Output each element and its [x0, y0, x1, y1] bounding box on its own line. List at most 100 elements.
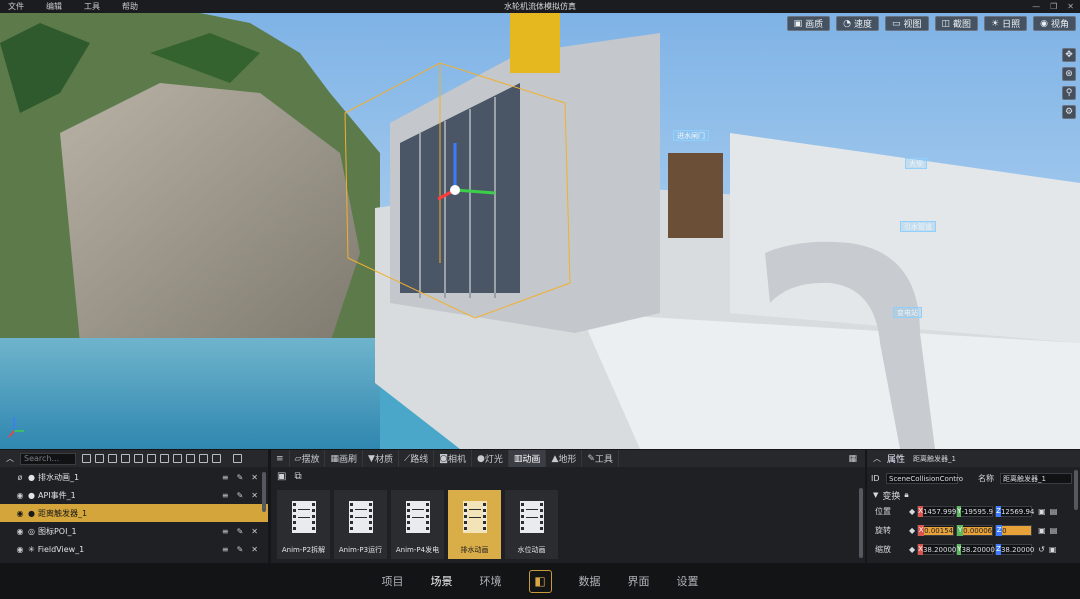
- name-field[interactable]: 距离触发器_1: [1000, 473, 1072, 484]
- nav-environment[interactable]: 环境: [480, 573, 502, 589]
- sunlight-button[interactable]: ☀ 日照: [984, 16, 1028, 31]
- maximize-icon[interactable]: ❐: [1050, 2, 1057, 11]
- tab-brush[interactable]: ▦ 画刷: [325, 450, 364, 467]
- tab-light[interactable]: ● 灯光: [472, 450, 509, 467]
- asset-item[interactable]: 水位动画: [505, 490, 558, 559]
- search-input[interactable]: Search...: [20, 452, 76, 465]
- scene-item-api-event[interactable]: ◉ ● API事件_1 ≡ ✎ ✕: [0, 486, 268, 504]
- tab-terrain[interactable]: ▲ 地形: [546, 450, 583, 467]
- image-icon[interactable]: ▣: [277, 471, 286, 482]
- nav-project[interactable]: 项目: [382, 573, 404, 589]
- camera-icon[interactable]: [108, 454, 117, 463]
- chevron-down-icon[interactable]: ▼: [873, 491, 878, 499]
- scrollbar[interactable]: [1074, 470, 1078, 510]
- external-link-icon[interactable]: ⧉: [294, 471, 301, 482]
- move-icon[interactable]: ✥: [1062, 48, 1076, 62]
- scale-z-field[interactable]: Z 38.20000: [995, 544, 1034, 555]
- position-z-field[interactable]: Z 12569.94: [995, 506, 1034, 517]
- edit-icon[interactable]: ✎: [237, 527, 244, 536]
- perspective-button[interactable]: ◉ 视角: [1033, 16, 1076, 31]
- edit-icon[interactable]: ✎: [237, 491, 244, 500]
- person-icon[interactable]: ⚲: [1062, 86, 1076, 100]
- rotation-x-field[interactable]: X 0.00154: [917, 525, 955, 536]
- asset-item[interactable]: Anim-P3运行: [334, 490, 387, 559]
- scene-item-fieldview[interactable]: ◉ ✳ FieldView_1 ≡ ✎ ✕: [0, 540, 268, 558]
- tag-station[interactable]: 变电站: [893, 307, 922, 318]
- screenshot-button[interactable]: ◫ 截图: [934, 16, 979, 31]
- align-icon[interactable]: ≡: [222, 545, 229, 554]
- position-x-field[interactable]: X 1457.999: [917, 506, 956, 517]
- rotation-y-field[interactable]: Y 0.00006: [956, 525, 994, 536]
- copy-icon[interactable]: ▣: [1038, 507, 1046, 516]
- rotation-z-field[interactable]: Z0: [995, 525, 1033, 536]
- export-icon[interactable]: [212, 454, 221, 463]
- collapse-icon[interactable]: ︿: [6, 453, 14, 464]
- menu-edit[interactable]: 编辑: [46, 1, 62, 12]
- delete-icon[interactable]: ✕: [251, 473, 258, 482]
- tab-route[interactable]: ⟋ 路线: [399, 450, 435, 467]
- collapse-icon[interactable]: ︿: [873, 453, 881, 464]
- delete-icon[interactable]: ✕: [251, 527, 258, 536]
- align-icon[interactable]: ≡: [222, 491, 229, 500]
- quality-button[interactable]: ▣ 画质: [786, 16, 831, 31]
- align-icon[interactable]: ≡: [222, 527, 229, 536]
- scale-x-field[interactable]: X 38.20000: [917, 544, 956, 555]
- align-icon[interactable]: ≡: [222, 473, 229, 482]
- nav-data[interactable]: 数据: [579, 573, 601, 589]
- reset-icon[interactable]: ↺: [1038, 545, 1045, 554]
- asset-item[interactable]: Anim-P4发电: [391, 490, 444, 559]
- settings-icon[interactable]: ⚙: [1062, 105, 1076, 119]
- clapper-icon[interactable]: [121, 454, 130, 463]
- expand-icon[interactable]: [160, 454, 169, 463]
- lock-icon[interactable]: ▣: [1049, 545, 1057, 554]
- tab-tools[interactable]: ✎ 工具: [582, 450, 619, 467]
- hidden-eye-icon[interactable]: ø: [12, 473, 28, 482]
- grid-view-icon[interactable]: ▦: [848, 454, 857, 464]
- menu-file[interactable]: 文件: [8, 1, 24, 12]
- paste-icon[interactable]: ▤: [1050, 526, 1058, 535]
- folder-icon[interactable]: [82, 454, 91, 463]
- tab-material[interactable]: ▼ 材质: [363, 450, 399, 467]
- frame-icon[interactable]: [134, 454, 143, 463]
- minimize-icon[interactable]: —: [1032, 2, 1040, 11]
- logo-icon[interactable]: ◧: [528, 569, 552, 593]
- 3d-viewport[interactable]: ▣ 画质 ◔ 速度 ▭ 视图 ◫ 截图 ☀ 日照 ◉ 视角 ✥ ⊛ ⚲ ⚙ 进水闸门 大坝 …: [0, 13, 1080, 449]
- scene-item-icon-poi[interactable]: ◉ ◎ 图标POI_1 ≡ ✎ ✕: [0, 522, 268, 540]
- delete-icon[interactable]: ✕: [251, 491, 258, 500]
- scene-item-distance-trigger[interactable]: ◉ ● 距离触发器_1: [0, 504, 268, 522]
- wheel-icon[interactable]: ⊛: [1062, 67, 1076, 81]
- menu-help[interactable]: 帮助: [122, 1, 138, 12]
- eye-icon[interactable]: ◉: [12, 527, 28, 536]
- view-button[interactable]: ▭ 视图: [884, 16, 929, 31]
- scene-item-drain-anim[interactable]: ø ● 排水动画_1 ≡ ✎ ✕: [0, 468, 268, 486]
- copy-icon[interactable]: [147, 454, 156, 463]
- panel-menu-icon[interactable]: ≡: [271, 450, 290, 467]
- paste-icon[interactable]: ▤: [1050, 507, 1058, 516]
- delete-icon[interactable]: ✕: [251, 545, 258, 554]
- nav-settings[interactable]: 设置: [677, 573, 699, 589]
- speed-button[interactable]: ◔ 速度: [836, 16, 879, 31]
- menu-tools[interactable]: 工具: [84, 1, 100, 12]
- eye-icon[interactable]: ◉: [12, 545, 28, 554]
- scrollbar[interactable]: [859, 488, 863, 558]
- scale-y-field[interactable]: Y 38.20000: [956, 544, 995, 555]
- import-icon[interactable]: [199, 454, 208, 463]
- tab-animation[interactable]: ▥ 动画: [508, 450, 547, 467]
- eye-icon[interactable]: ◉: [12, 509, 28, 518]
- asset-item[interactable]: Anim-P2拆解: [277, 490, 330, 559]
- copy-icon[interactable]: ▣: [1038, 526, 1046, 535]
- close-icon[interactable]: ✕: [1067, 2, 1074, 11]
- id-field[interactable]: SceneCollisionContro: [886, 473, 963, 484]
- file-icon[interactable]: [95, 454, 104, 463]
- tag-gate[interactable]: 进水闸门: [673, 130, 709, 141]
- tab-place[interactable]: ▱ 摆放: [290, 450, 326, 467]
- eye-icon[interactable]: ◉: [12, 491, 28, 500]
- lock-icon[interactable]: 🔒︎: [904, 490, 908, 500]
- nav-scene[interactable]: 场景: [431, 573, 453, 589]
- edit-icon[interactable]: ✎: [237, 473, 244, 482]
- list-icon[interactable]: [186, 454, 195, 463]
- scrollbar[interactable]: [262, 472, 266, 512]
- edit-icon[interactable]: ✎: [237, 545, 244, 554]
- position-y-field[interactable]: Y -19595.9: [956, 506, 994, 517]
- tab-camera[interactable]: ◙ 相机: [434, 450, 473, 467]
